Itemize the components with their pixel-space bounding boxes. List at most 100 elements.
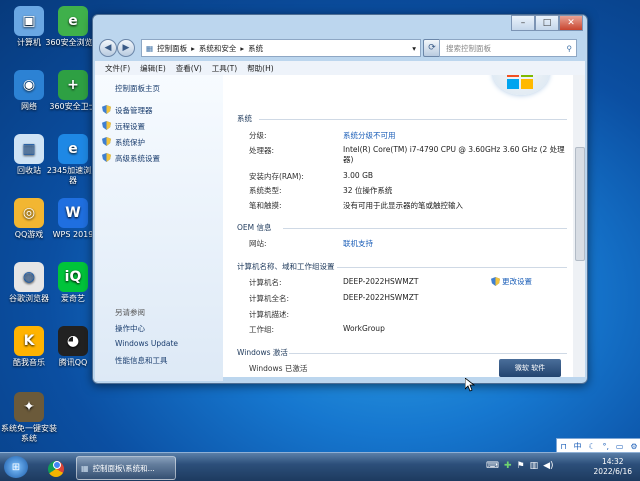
shield-icon	[102, 121, 111, 130]
section-computer-title: 计算机名称、域和工作组设置	[237, 262, 335, 271]
windows-update-link[interactable]: Windows Update	[115, 339, 178, 348]
processor-value: Intel(R) Core(TM) i7-4790 CPU @ 3.60GHz …	[343, 145, 565, 164]
maximize-button[interactable]: □	[535, 15, 559, 31]
tray-network-icon[interactable]: ▥	[530, 461, 539, 471]
search-placeholder: 搜索控制面板	[446, 43, 491, 53]
rating-label: 分级:	[249, 131, 267, 140]
search-icon: ⚲	[566, 43, 573, 53]
settings-icon[interactable]: ⚙	[630, 442, 637, 451]
system-type-label: 系统类型:	[249, 186, 282, 195]
search-input[interactable]: 搜索控制面板 ⚲	[439, 39, 577, 57]
taskbar-window-title: 控制面板\系统和...	[92, 463, 155, 473]
close-button[interactable]: ✕	[559, 15, 583, 31]
forward-button[interactable]: ▶	[117, 39, 135, 57]
breadcrumb-separator-icon: ▸	[191, 43, 195, 53]
workgroup-value: WorkGroup	[343, 324, 385, 333]
clock-date: 2022/6/16	[593, 467, 632, 476]
chevron-down-icon[interactable]: ▾	[412, 44, 416, 53]
breadcrumb-separator-icon: ▸	[240, 43, 245, 53]
desktop-icon-label: 系统免一键安装系统	[1, 424, 57, 443]
menu-file[interactable]: 文件(F)	[105, 63, 130, 74]
tray-volume-icon[interactable]: ◀)	[543, 461, 553, 471]
control-panel-home-link[interactable]: 控制面板主页	[115, 83, 160, 94]
breadcrumb-control-panel[interactable]: 控制面板	[157, 43, 187, 54]
menu-bar: 文件(F) 编辑(E) 查看(V) 工具(T) 帮助(H)	[95, 61, 585, 75]
website-label: 网站:	[249, 239, 267, 248]
moon-icon[interactable]: ☾	[588, 442, 595, 451]
pen-touch-value: 没有可用于此显示器的笔或触控输入	[343, 201, 463, 210]
performance-tools-link[interactable]: 性能信息和工具	[115, 355, 168, 366]
shield-icon	[491, 277, 500, 286]
system-content: 系统 分级: 系统分级不可用 处理器: Intel(R) Core(TM) i7…	[223, 75, 573, 377]
breadcrumb-system-security[interactable]: 系统和安全	[199, 43, 237, 54]
genuine-badge[interactable]: 微软 软件	[499, 359, 561, 377]
qq-icon: ◕	[58, 326, 88, 356]
taskbar: ⊞ ▦ 控制面板\系统和... ⌨ ✚ ⚑ ▥ ◀) 14:32 2022/6/…	[0, 452, 640, 481]
ime-menu-icon[interactable]: ⊓	[560, 442, 566, 451]
shield-icon	[102, 105, 111, 114]
folder-icon: ▦	[146, 43, 154, 53]
taskbar-control-panel-button[interactable]: ▦ 控制面板\系统和...	[76, 456, 176, 480]
change-settings-link[interactable]: 更改设置	[491, 276, 532, 287]
keyboard-icon[interactable]: ▭	[616, 442, 624, 451]
full-name-label: 计算机全名:	[249, 294, 290, 303]
remote-settings-link[interactable]: 远程设置	[115, 121, 145, 132]
ram-value: 3.00 GB	[343, 171, 374, 180]
minimize-button[interactable]: –	[511, 15, 535, 31]
ram-label: 安装内存(RAM):	[249, 172, 304, 181]
tray-flag-icon[interactable]: ⚑	[517, 461, 525, 471]
breadcrumb-system[interactable]: 系统	[248, 43, 263, 54]
taskbar-chrome-button[interactable]	[40, 456, 72, 478]
clock[interactable]: 14:32 2022/6/16	[594, 457, 632, 477]
action-center-link[interactable]: 操作中心	[115, 323, 145, 334]
menu-edit[interactable]: 编辑(E)	[140, 63, 166, 74]
divider	[259, 119, 567, 120]
computer-icon: ▣	[14, 6, 44, 36]
device-manager-link[interactable]: 设备管理器	[115, 105, 153, 116]
menu-view[interactable]: 查看(V)	[176, 63, 202, 74]
menu-help[interactable]: 帮助(H)	[247, 63, 274, 74]
browser-2345-icon: e	[58, 134, 88, 164]
recycle-bin-icon: ▥	[14, 134, 44, 164]
tray-360-icon[interactable]: ✚	[504, 461, 512, 471]
control-panel-icon: ▦	[81, 463, 89, 473]
divider	[289, 353, 567, 354]
browser-360-icon: e	[58, 6, 88, 36]
tray-icons: ⌨ ✚ ⚑ ▥ ◀)	[486, 461, 554, 471]
full-name-value: DEEP-2022HSWMZT	[343, 293, 419, 302]
advanced-settings-link[interactable]: 高级系统设置	[115, 153, 160, 164]
windows-logo-icon	[493, 75, 549, 95]
genuine-badge-label: 微软 软件	[514, 364, 546, 372]
left-pane: 控制面板主页 设备管理器 远程设置 系统保护 高级系统设置 另请参阅 操作中心 …	[95, 75, 223, 381]
scrollbar-thumb[interactable]	[575, 147, 585, 261]
desktop-icon-12[interactable]: ✦ 系统免一键安装系统	[0, 392, 58, 444]
workgroup-label: 工作组:	[249, 325, 275, 334]
qq-game-icon: ◎	[14, 198, 44, 228]
pen-touch-label: 笔和触摸:	[249, 201, 282, 210]
punctuation-icon[interactable]: °,	[602, 442, 609, 451]
menu-tools[interactable]: 工具(T)	[212, 63, 237, 74]
system-protection-link[interactable]: 系统保护	[115, 137, 145, 148]
chrome-icon: ◍	[14, 262, 44, 292]
online-support-link[interactable]: 联机支持	[343, 238, 373, 249]
computer-name-value: DEEP-2022HSWMZT	[343, 277, 419, 286]
start-button[interactable]: ⊞	[4, 456, 28, 478]
windows-flag-icon: ⊞	[11, 461, 21, 473]
ime-lang[interactable]: 中	[574, 441, 582, 452]
window-controls: – □ ✕	[511, 15, 583, 31]
back-button[interactable]: ◀	[99, 39, 117, 57]
address-bar[interactable]: ▦ 控制面板 ▸ 系统和安全 ▸ 系统 ▾	[141, 39, 421, 57]
computer-name-label: 计算机名:	[249, 278, 282, 287]
tray-keyboard-icon[interactable]: ⌨	[486, 461, 499, 471]
wps-icon: W	[58, 198, 88, 228]
system-type-value: 32 位操作系统	[343, 186, 393, 195]
control-panel-window[interactable]: – □ ✕ ◀ ▶ ▦ 控制面板 ▸ 系统和安全 ▸ 系统 ▾ ⟳ 搜索控制面板…	[92, 14, 588, 384]
description-label: 计算机描述:	[249, 310, 290, 319]
network-icon: ◉	[14, 70, 44, 100]
activation-status: Windows 已激活	[249, 364, 308, 373]
section-oem-title: OEM 信息	[237, 223, 272, 232]
rating-link[interactable]: 系统分级不可用	[343, 130, 396, 141]
system-install-icon: ✦	[14, 392, 44, 422]
section-system-title: 系统	[237, 114, 252, 123]
security-360-icon: +	[58, 70, 88, 100]
